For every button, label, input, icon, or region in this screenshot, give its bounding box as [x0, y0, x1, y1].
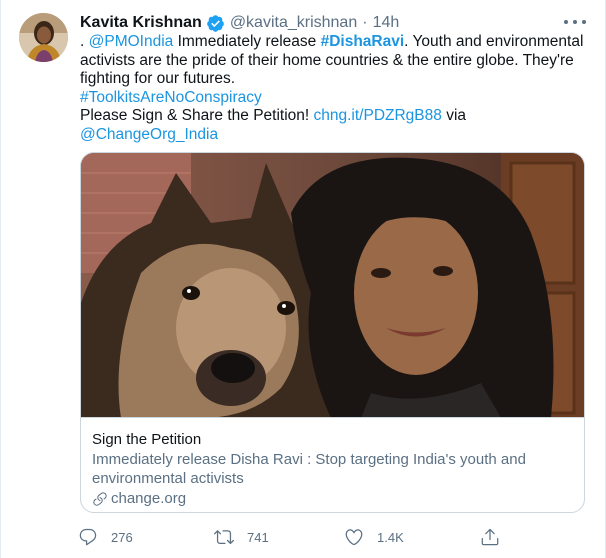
- like-count: 1.4K: [377, 529, 404, 545]
- verified-icon: [206, 14, 224, 32]
- tweet-header: Kavita Krishnan @kavita_krishnan · 14h: [80, 12, 399, 34]
- like-button[interactable]: 1.4K: [344, 526, 404, 548]
- text-part-1: Immediately release: [173, 33, 321, 50]
- reply-button[interactable]: 276: [78, 526, 133, 548]
- tweet-actions: 276 741 1.4K: [78, 526, 518, 548]
- card-image[interactable]: [81, 153, 584, 418]
- more-icon[interactable]: [564, 14, 586, 30]
- card-description: Immediately release Disha Ravi : Stop ta…: [92, 451, 526, 487]
- text-lead: .: [80, 33, 89, 50]
- text-part-4: via: [441, 107, 467, 125]
- like-icon: [345, 529, 363, 546]
- mention-pmoindia[interactable]: @PMOIndia: [89, 33, 174, 50]
- link-preview-card[interactable]: Sign the Petition Immediately release Di…: [80, 152, 585, 513]
- author-handle[interactable]: @kavita_krishnan: [230, 14, 357, 32]
- tweet-timestamp[interactable]: 14h: [373, 14, 400, 32]
- retweet-button[interactable]: 741: [214, 526, 269, 548]
- card-photo: [81, 153, 584, 417]
- avatar-image: [19, 13, 68, 62]
- share-button[interactable]: [480, 526, 513, 548]
- petition-short-link[interactable]: chng.it/PDZRgB88: [314, 107, 442, 124]
- separator-dot: ·: [362, 14, 368, 31]
- hashtag-toolkits[interactable]: #ToolkitsAreNoConspiracy: [80, 89, 262, 106]
- card-domain-label: change.org: [111, 490, 187, 507]
- retweet-icon: [214, 530, 234, 545]
- share-icon: [481, 528, 499, 546]
- reply-count: 276: [111, 529, 133, 545]
- author-name[interactable]: Kavita Krishnan: [80, 14, 202, 32]
- reply-icon: [79, 528, 97, 546]
- avatar[interactable]: [19, 13, 68, 62]
- link-icon: [93, 491, 107, 506]
- retweet-count: 741: [247, 529, 269, 545]
- card-body: Sign the Petition Immediately release Di…: [81, 418, 584, 512]
- card-title: Sign the Petition: [92, 431, 202, 448]
- text-part-3: Please Sign & Share the Petition!: [80, 107, 314, 125]
- mention-changeorg-india[interactable]: @ChangeOrg_India: [80, 126, 218, 143]
- tweet-text: . @PMOIndia Immediately release #DishaRa…: [80, 33, 595, 145]
- card-domain: change.org: [92, 489, 572, 508]
- hashtag-disharavi[interactable]: #DishaRavi: [321, 33, 405, 50]
